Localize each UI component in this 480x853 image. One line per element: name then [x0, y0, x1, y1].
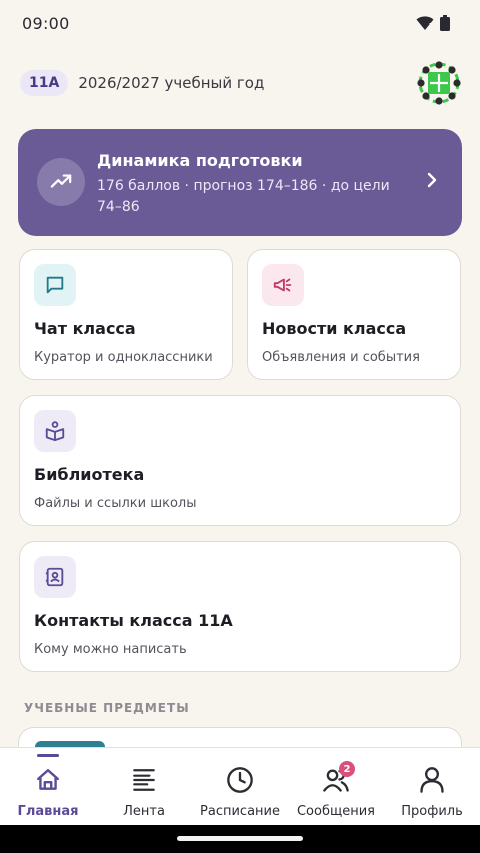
nav-profile-label: Профиль	[401, 804, 463, 819]
status-icons	[416, 15, 450, 31]
class-contacts-card[interactable]: Контакты класса 11А Кому можно написать	[19, 541, 461, 672]
clock-icon	[225, 765, 255, 795]
progress-dynamics-card[interactable]: Динамика подготовки 176 баллов · прогноз…	[18, 129, 462, 236]
wifi-icon	[416, 16, 434, 30]
class-chat-subtitle: Куратор и одноклассники	[34, 350, 213, 365]
class-news-title: Новости класса	[262, 319, 407, 338]
nav-messages-label: Сообщения	[296, 804, 375, 819]
class-contacts-subtitle: Кому можно написать	[34, 642, 187, 657]
home-gesture-handle[interactable]	[177, 836, 303, 841]
nav-home[interactable]: Главная	[0, 748, 96, 826]
nav-feed[interactable]: Лента	[96, 748, 192, 826]
progress-card-title: Динамика подготовки	[97, 151, 303, 170]
header: 11А 2026/2027 учебный год	[20, 58, 462, 108]
school-logo-icon[interactable]	[416, 60, 462, 106]
status-time: 09:00	[22, 13, 70, 33]
feed-icon	[129, 765, 159, 795]
nav-schedule[interactable]: Расписание	[192, 748, 288, 826]
chat-bubble-icon	[34, 264, 76, 306]
subjects-section-title: УЧЕБНЫЕ ПРЕДМЕТЫ	[24, 701, 190, 715]
book-reader-icon	[34, 410, 76, 452]
contact-card-icon	[34, 556, 76, 598]
bottom-navigation: Главная Лента Расписание 2 Сообщения Про…	[0, 747, 480, 825]
nav-schedule-label: Расписание	[200, 804, 280, 819]
class-news-card[interactable]: Новости класса Объявления и события	[247, 249, 461, 380]
library-card[interactable]: Библиотека Файлы и ссылки школы	[19, 395, 461, 526]
nav-profile[interactable]: Профиль	[384, 748, 480, 826]
active-tab-indicator	[37, 754, 59, 757]
trending-up-icon	[37, 158, 85, 206]
progress-card-subtitle: 176 баллов · прогноз 174–186 · до цели 7…	[97, 178, 390, 215]
class-chat-title: Чат класса	[34, 319, 136, 338]
class-chip[interactable]: 11А	[20, 70, 69, 96]
class-news-subtitle: Объявления и события	[262, 350, 420, 365]
nav-feed-label: Лента	[123, 804, 165, 819]
library-subtitle: Файлы и ссылки школы	[34, 496, 197, 511]
status-bar: 09:00	[0, 0, 480, 46]
library-title: Библиотека	[34, 465, 145, 484]
unread-messages-badge: 2	[339, 761, 355, 777]
nav-messages[interactable]: 2 Сообщения	[288, 748, 384, 826]
nav-home-label: Главная	[17, 804, 79, 819]
class-chat-card[interactable]: Чат класса Куратор и одноклассники	[19, 249, 233, 380]
battery-icon	[440, 15, 450, 31]
home-icon	[33, 765, 63, 795]
class-contacts-title: Контакты класса 11А	[34, 611, 233, 630]
school-year: 2026/2027 учебный год	[78, 74, 265, 92]
chevron-right-icon	[427, 172, 437, 188]
person-icon	[417, 765, 447, 795]
megaphone-icon	[262, 264, 304, 306]
system-gesture-bar	[0, 825, 480, 853]
